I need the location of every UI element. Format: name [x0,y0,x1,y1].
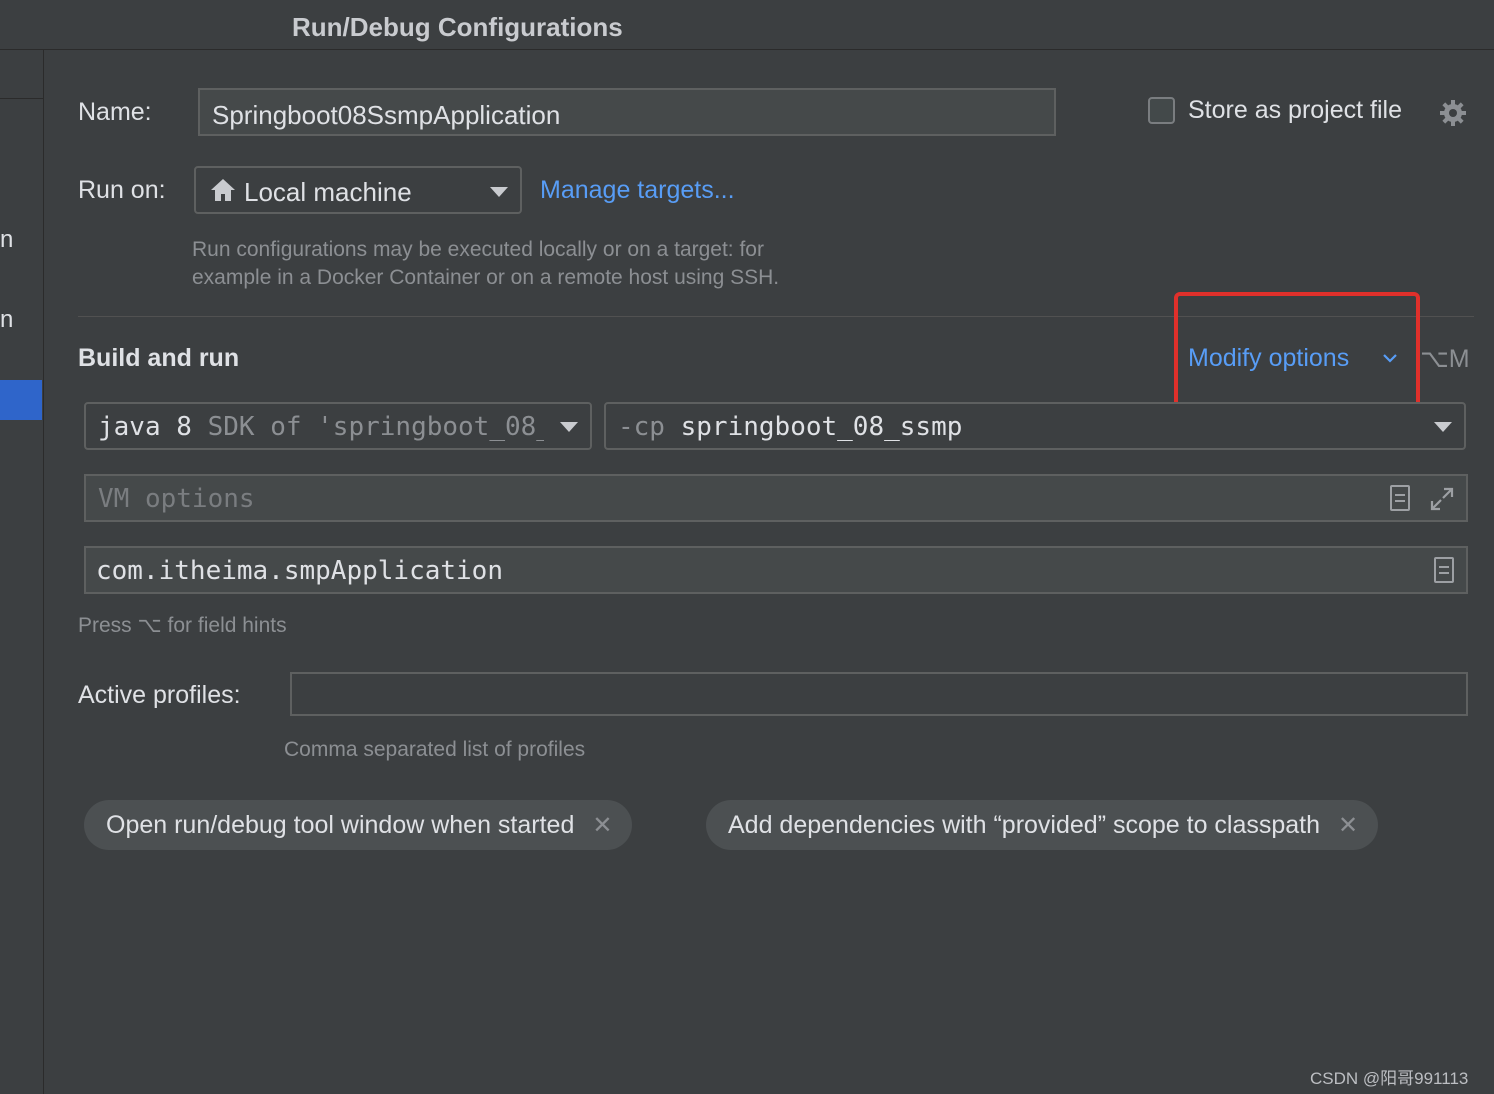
chevron-down-icon [1434,422,1452,432]
name-input[interactable]: Springboot08SsmpApplication [198,88,1056,136]
classpath-module-select[interactable]: -cp springboot_08_ssmp [604,402,1466,450]
highlight-annotation-box [1174,292,1420,416]
run-on-value: Local machine [244,177,412,207]
document-icon[interactable] [1434,557,1454,583]
watermark: CSDN @阳哥991113 [1310,1069,1469,1088]
field-hints-text: Press ⌥ for field hints [78,614,287,637]
jre-select[interactable]: java 8 SDK of 'springboot_08_ [84,402,592,450]
chevron-down-icon [560,422,578,432]
store-as-project-file-label[interactable]: Store as project file [1188,96,1402,125]
store-as-project-file-checkbox[interactable] [1148,97,1175,124]
active-profiles-label: Active profiles: [78,681,241,709]
expand-icon[interactable] [1428,485,1456,513]
name-label: Name: [78,98,152,126]
sidebar-divider [0,98,44,99]
name-input-value: Springboot08SsmpApplication [212,100,561,130]
option-chip: Open run/debug tool window when started … [84,800,633,850]
jre-version: java 8 [98,412,192,442]
main-class-input[interactable]: com.itheima.smpApplication [84,546,1468,594]
main-class-value: com.itheima.smpApplication [96,556,503,586]
run-on-label: Run on: [78,176,166,204]
vm-options-input[interactable]: VM options [84,474,1468,522]
sidebar-item-fragment[interactable]: n [0,226,13,254]
run-on-hint-line2: example in a Docker Container or on a re… [192,266,780,289]
option-chip: Add dependencies with “provided” scope t… [706,800,1379,850]
build-and-run-title: Build and run [78,344,240,372]
jre-description: SDK of 'springboot_08_ [207,412,552,442]
option-chip-label: Open run/debug tool window when started [106,810,575,839]
close-icon[interactable]: ✕ [1338,811,1358,840]
chevron-down-icon [490,187,508,197]
sidebar-selected-item[interactable] [0,380,42,420]
active-profiles-hint: Comma separated list of profiles [284,738,586,761]
home-icon [211,179,235,201]
classpath-module-value: springboot_08_ssmp [680,412,963,442]
window-title: Run/Debug Configurations [292,12,623,42]
vm-options-placeholder: VM options [98,484,255,514]
document-icon[interactable] [1390,485,1410,511]
option-chip-label: Add dependencies with “provided” scope t… [728,810,1321,839]
sidebar-item-fragment[interactable]: n [0,306,13,334]
gear-icon[interactable] [1438,98,1468,128]
config-tree-sidebar[interactable]: n n [0,50,44,1094]
run-on-select[interactable]: Local machine [194,166,522,214]
active-profiles-input[interactable] [290,672,1468,716]
manage-targets-link[interactable]: Manage targets... [540,176,735,205]
close-icon[interactable]: ✕ [592,811,612,840]
run-on-hint-line1: Run configurations may be executed local… [192,238,764,261]
modify-options-shortcut: ⌥M [1420,345,1470,373]
classpath-prefix: -cp [618,412,665,442]
title-bar: Run/Debug Configurations [0,0,1494,50]
